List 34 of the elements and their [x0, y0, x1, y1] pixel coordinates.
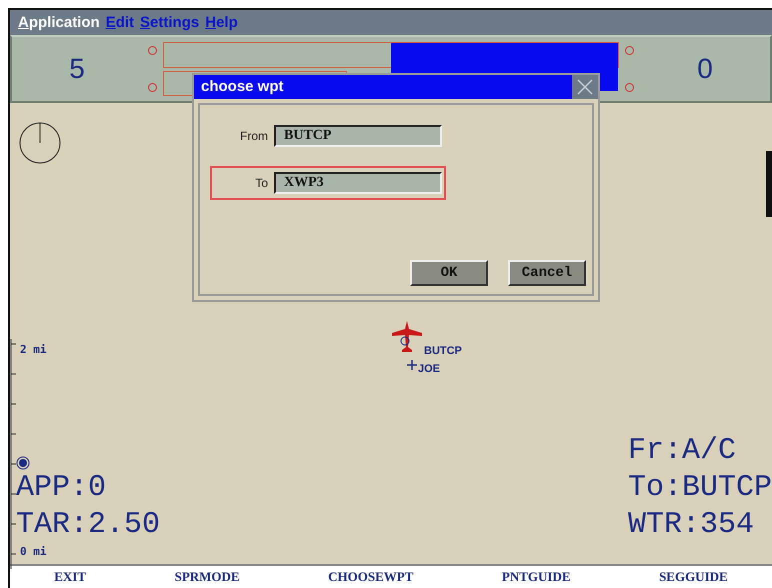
- input-field[interactable]: XWP3: [274, 172, 442, 194]
- ring-icon: [625, 46, 634, 55]
- ring-icon: [625, 83, 634, 92]
- aircraft-icon: [390, 319, 424, 353]
- function-key[interactable]: SEGGUIDE: [659, 569, 728, 585]
- scale-label: 0 mi: [20, 545, 46, 558]
- compass-icon: [18, 121, 62, 165]
- waypoint-label: BUTCP: [424, 345, 462, 357]
- input-field[interactable]: BUTCP: [274, 125, 442, 147]
- scale-label: 2 mi: [20, 343, 46, 356]
- ring-icon: [148, 46, 157, 55]
- counter-value: 0: [696, 53, 714, 85]
- field-label: From: [239, 129, 268, 143]
- target-dot-icon: [16, 456, 30, 470]
- function-key[interactable]: EXIT: [54, 569, 86, 585]
- readout-text: WTR:354: [628, 507, 754, 544]
- readout-text: To:BUTCP: [628, 470, 772, 507]
- counter-value: 5: [68, 53, 86, 85]
- close-icon: [576, 78, 594, 96]
- readout-text: Fr:A/C: [628, 433, 736, 470]
- dialog-title: choose wpt: [194, 75, 572, 99]
- ring-icon: [148, 83, 157, 92]
- function-key[interactable]: SPRMODE: [174, 569, 240, 585]
- dialog-button[interactable]: Cancel: [508, 260, 586, 286]
- readout-text: TAR:2.50: [16, 507, 160, 544]
- readout-text: APP:0: [16, 470, 106, 507]
- menu-item[interactable]: Application: [18, 14, 100, 31]
- function-key[interactable]: PNTGUIDE: [502, 569, 571, 585]
- waypoint-label: JOE: [418, 363, 440, 375]
- edge-marker: [766, 151, 772, 217]
- plus-marker-icon: [406, 359, 418, 371]
- dialog-button[interactable]: OK: [410, 260, 488, 286]
- function-key[interactable]: CHOOSEWPT: [328, 569, 414, 585]
- field-label: To: [254, 176, 268, 190]
